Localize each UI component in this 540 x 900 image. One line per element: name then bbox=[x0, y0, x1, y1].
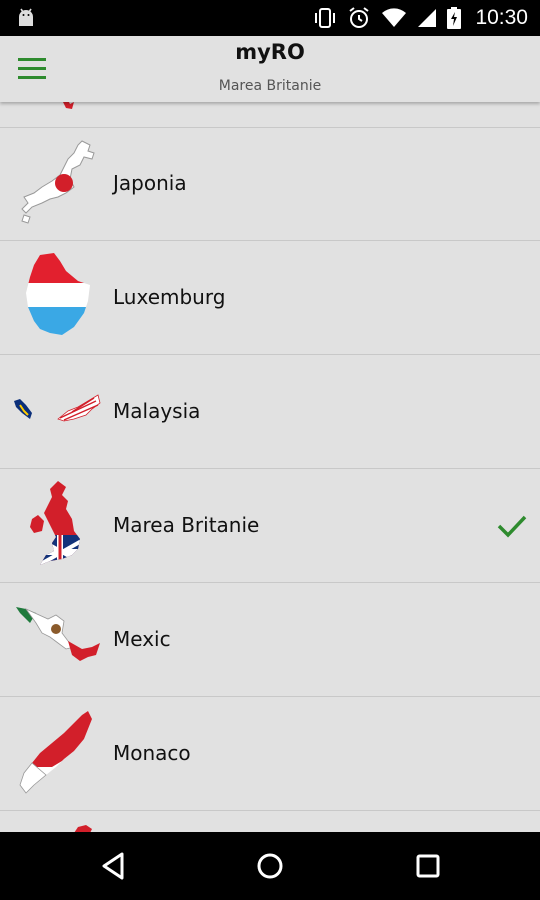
country-row-japonia[interactable]: Japonia bbox=[0, 127, 540, 241]
back-icon[interactable] bbox=[96, 848, 132, 884]
status-bar: 10:30 bbox=[0, 0, 540, 36]
navigation-bar bbox=[0, 832, 540, 900]
battery-icon bbox=[447, 7, 462, 29]
app-bar: myRO Marea Britanie bbox=[0, 36, 540, 102]
home-icon[interactable] bbox=[252, 848, 288, 884]
uk-map-flag-icon bbox=[30, 481, 80, 565]
country-name: Marea Britanie bbox=[113, 513, 260, 537]
android-icon bbox=[19, 8, 33, 26]
checkmark-icon bbox=[497, 515, 527, 538]
app-title: myRO bbox=[235, 40, 305, 64]
country-name: Japonia bbox=[113, 171, 187, 195]
wifi-icon bbox=[382, 8, 407, 27]
status-time: 10:30 bbox=[475, 6, 528, 29]
list-item-partial-top bbox=[0, 102, 540, 128]
country-row-mexic[interactable]: Mexic bbox=[0, 583, 540, 697]
monaco-map-flag-icon bbox=[19, 711, 92, 794]
recents-icon[interactable] bbox=[410, 848, 446, 884]
country-name: Monaco bbox=[113, 741, 191, 765]
mexico-map-flag-icon bbox=[16, 607, 100, 661]
country-row-marea-britanie[interactable]: Marea Britanie bbox=[0, 469, 540, 583]
country-row-luxemburg[interactable]: Luxemburg bbox=[0, 241, 540, 355]
country-name: Luxemburg bbox=[113, 285, 226, 309]
map-flag-icon bbox=[74, 825, 92, 832]
luxembourg-map-flag-icon bbox=[26, 253, 90, 335]
app-subtitle: Marea Britanie bbox=[218, 78, 322, 94]
vibrate-icon bbox=[315, 8, 336, 28]
country-list[interactable]: Japonia Luxemburg Malaysia Marea Britani… bbox=[0, 102, 540, 832]
malaysia-map-flag-icon bbox=[14, 394, 101, 422]
signal-icon bbox=[418, 9, 437, 27]
list-item-partial-bottom bbox=[0, 811, 540, 832]
country-row-malaysia[interactable]: Malaysia bbox=[0, 355, 540, 469]
japan-map-flag-icon bbox=[21, 140, 95, 224]
alarm-icon bbox=[349, 7, 370, 28]
country-name: Mexic bbox=[113, 627, 171, 651]
map-flag-icon bbox=[63, 102, 74, 109]
country-row-monaco[interactable]: Monaco bbox=[0, 697, 540, 811]
country-name: Malaysia bbox=[113, 399, 201, 423]
